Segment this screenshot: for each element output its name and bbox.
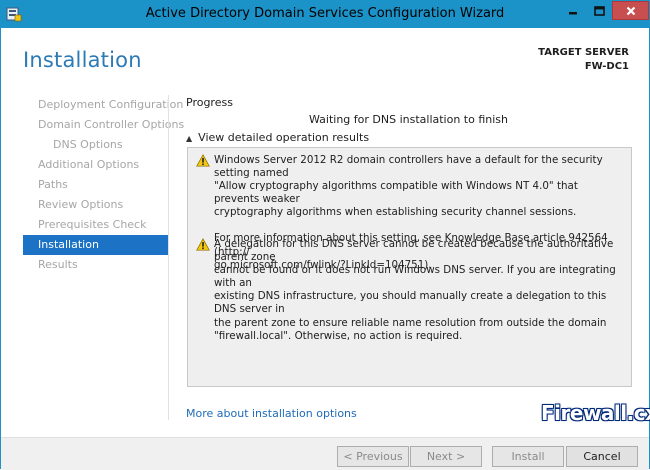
- nav-item-paths[interactable]: Paths: [23, 175, 168, 195]
- wizard-steps-nav: Deployment Configuration Domain Controll…: [23, 95, 184, 275]
- close-button[interactable]: [612, 1, 649, 20]
- nav-item-additional-options[interactable]: Additional Options: [23, 155, 168, 175]
- warning-icon: [196, 238, 210, 251]
- chevron-up-icon: ▲: [186, 134, 193, 143]
- operation-results-box[interactable]: Windows Server 2012 R2 domain controller…: [187, 147, 632, 387]
- warning-line: "Allow cryptography algorithms compatibl…: [214, 180, 578, 206]
- view-details-toggle[interactable]: ▲ View detailed operation results: [186, 131, 369, 144]
- warning-line: the parent zone to ensure reliable name …: [214, 316, 607, 329]
- window-title: Active Directory Domain Services Configu…: [145, 6, 505, 21]
- cancel-button[interactable]: Cancel: [566, 446, 638, 467]
- previous-button[interactable]: < Previous: [337, 446, 409, 467]
- warning-line: cryptography algorithms when establishin…: [214, 206, 577, 219]
- warning-line: Windows Server 2012 R2 domain controller…: [214, 154, 603, 180]
- warning-line: A delegation for this DNS server cannot …: [214, 238, 614, 264]
- maximize-button[interactable]: [586, 1, 612, 20]
- warning-icon: [196, 154, 210, 167]
- nav-item-results[interactable]: Results: [23, 255, 168, 275]
- warning-line: [214, 219, 624, 232]
- warning-line: existing DNS infrastructure, you should …: [214, 290, 607, 316]
- warning-line: "firewall.local". Otherwise, no action i…: [214, 329, 463, 342]
- next-button[interactable]: Next >: [410, 446, 482, 467]
- nav-item-dns-options[interactable]: DNS Options: [23, 135, 168, 155]
- target-server-label: TARGET SERVER: [538, 47, 629, 58]
- minimize-button[interactable]: [560, 1, 586, 20]
- wizard-window: Active Directory Domain Services Configu…: [0, 0, 650, 470]
- firewall-cx-watermark: Firewall.cx: [541, 401, 650, 425]
- title-bar[interactable]: Active Directory Domain Services Configu…: [1, 1, 649, 28]
- minimize-icon: [569, 11, 577, 14]
- wizard-footer: < Previous Next > Install Cancel: [1, 437, 649, 470]
- status-text: Waiting for DNS installation to finish: [308, 113, 509, 126]
- nav-item-domain-controller-options[interactable]: Domain Controller Options: [23, 115, 184, 135]
- nav-divider: [168, 95, 169, 420]
- install-button[interactable]: Install: [492, 446, 564, 467]
- page-title: Installation: [23, 48, 142, 72]
- nav-item-deployment-configuration[interactable]: Deployment Configuration: [23, 95, 183, 115]
- close-icon: [626, 6, 635, 15]
- progress-label: Progress: [186, 96, 233, 109]
- more-installation-options-link[interactable]: More about installation options: [186, 407, 357, 420]
- nav-item-review-options[interactable]: Review Options: [23, 195, 168, 215]
- nav-item-installation[interactable]: Installation: [23, 235, 168, 255]
- nav-item-prerequisites-check[interactable]: Prerequisites Check: [23, 215, 168, 235]
- maximize-icon: [593, 5, 605, 16]
- view-details-label: View detailed operation results: [198, 131, 370, 144]
- target-server-name: FW-DC1: [584, 61, 629, 72]
- warning-line: cannot be found or it does not run Windo…: [214, 264, 616, 290]
- warning-message-dns-delegation: A delegation for this DNS server cannot …: [214, 238, 624, 343]
